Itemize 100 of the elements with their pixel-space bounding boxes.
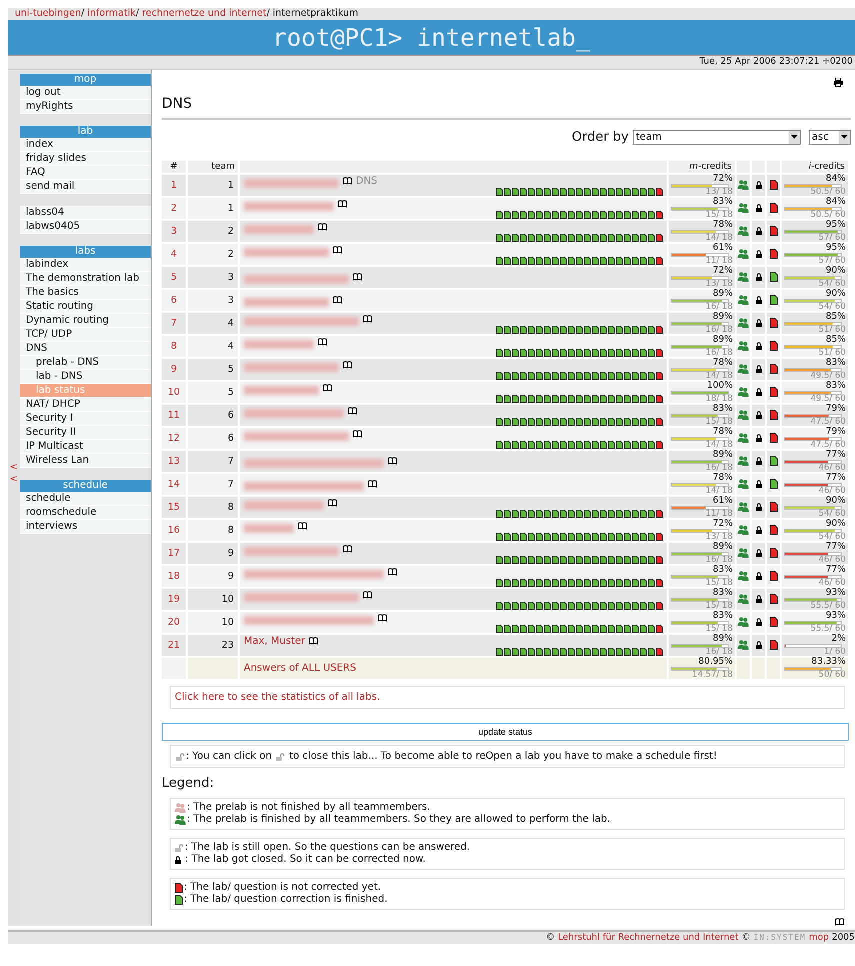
corrected-doc-icon[interactable] [512, 602, 519, 610]
corrected-doc-icon[interactable] [544, 234, 551, 242]
book-icon[interactable] [388, 568, 397, 576]
closed-lock-icon[interactable] [756, 273, 762, 282]
corrected-doc-icon[interactable] [624, 372, 631, 380]
book-icon[interactable] [343, 176, 352, 184]
corrected-doc-icon[interactable] [632, 256, 639, 264]
corrected-doc-icon[interactable] [552, 556, 559, 564]
corrected-doc-icon[interactable] [536, 188, 543, 196]
corrected-doc-icon[interactable] [552, 418, 559, 426]
corrected-doc-icon[interactable] [560, 532, 567, 540]
sidebar-item[interactable]: schedule [20, 492, 151, 506]
corrected-doc-icon[interactable] [648, 440, 655, 448]
direction-select[interactable]: asc [809, 130, 851, 145]
corrected-doc-icon[interactable] [592, 648, 599, 656]
corrected-doc-icon[interactable] [552, 510, 559, 518]
closed-lock-icon[interactable] [756, 641, 762, 650]
corrected-doc-icon[interactable] [592, 348, 599, 356]
corrected-doc-icon[interactable] [600, 394, 607, 402]
corrected-doc-icon[interactable] [520, 418, 527, 426]
uncorrected-doc-icon[interactable] [770, 249, 778, 260]
corrected-doc-icon[interactable] [560, 624, 567, 632]
sidebar-item[interactable]: myRights [20, 100, 151, 114]
corrected-doc-icon[interactable] [560, 348, 567, 356]
corrected-doc-icon[interactable] [576, 256, 583, 264]
sidebar-item[interactable]: IP Multicast [20, 440, 151, 454]
corrected-doc-icon[interactable] [648, 624, 655, 632]
corrected-doc-icon[interactable] [584, 418, 591, 426]
uncorrected-doc-icon[interactable] [656, 234, 663, 242]
corrected-doc-icon[interactable] [608, 602, 615, 610]
corrected-doc-icon[interactable] [584, 510, 591, 518]
uncorrected-doc-icon[interactable] [770, 433, 778, 444]
row-number[interactable]: 20 [162, 612, 186, 633]
corrected-doc-icon[interactable] [520, 578, 527, 586]
corrected-doc-icon[interactable] [496, 394, 503, 402]
corrected-doc-icon[interactable] [624, 648, 631, 656]
book-icon[interactable] [323, 384, 332, 392]
corrected-doc-icon[interactable] [528, 210, 535, 218]
corrected-doc-icon[interactable] [576, 510, 583, 518]
corrected-doc-icon[interactable] [568, 556, 575, 564]
corrected-doc-icon[interactable] [600, 440, 607, 448]
closed-lock-icon[interactable] [756, 365, 762, 374]
corrected-doc-icon[interactable] [616, 372, 623, 380]
dropdown-arrow-icon[interactable] [841, 135, 848, 140]
corrected-doc-icon[interactable] [544, 532, 551, 540]
corrected-doc-icon[interactable] [584, 348, 591, 356]
corrected-doc-icon[interactable] [568, 418, 575, 426]
sidebar-item[interactable]: labindex [20, 258, 151, 272]
corrected-doc-icon[interactable] [576, 234, 583, 242]
corrected-doc-icon[interactable] [536, 556, 543, 564]
corrected-doc-icon[interactable] [600, 602, 607, 610]
corrected-doc-icon[interactable] [544, 326, 551, 334]
corrected-doc-icon[interactable] [576, 372, 583, 380]
corrected-doc-icon[interactable] [600, 578, 607, 586]
corrected-doc-icon[interactable] [544, 578, 551, 586]
corrected-doc-icon[interactable] [512, 372, 519, 380]
corrected-doc-icon[interactable] [624, 532, 631, 540]
row-number[interactable]: 14 [162, 474, 186, 495]
corrected-doc-icon[interactable] [568, 394, 575, 402]
book-icon[interactable] [333, 296, 342, 304]
corrected-doc-icon[interactable] [496, 624, 503, 632]
corrected-doc-icon[interactable] [544, 418, 551, 426]
corrected-doc-icon[interactable] [504, 532, 511, 540]
corrected-doc-icon[interactable] [632, 372, 639, 380]
breadcrumb-link[interactable]: uni-tuebingen [15, 8, 82, 19]
corrected-doc-icon[interactable] [592, 418, 599, 426]
corrected-doc-icon[interactable] [600, 256, 607, 264]
closed-lock-icon[interactable] [756, 549, 762, 558]
corrected-doc-icon[interactable] [608, 624, 615, 632]
corrected-doc-icon[interactable] [552, 440, 559, 448]
corrected-doc-icon[interactable] [584, 372, 591, 380]
book-icon[interactable] [343, 544, 352, 552]
corrected-doc-icon[interactable] [520, 510, 527, 518]
uncorrected-doc-icon[interactable] [770, 226, 778, 236]
corrected-doc-icon[interactable] [552, 188, 559, 196]
corrected-doc-icon[interactable] [560, 556, 567, 564]
footer-link[interactable]: mop [809, 932, 830, 944]
uncorrected-doc-icon[interactable] [656, 440, 663, 448]
corrected-doc-icon[interactable] [592, 532, 599, 540]
corrected-doc-icon[interactable] [528, 372, 535, 380]
corrected-doc-icon[interactable] [560, 210, 567, 218]
uncorrected-doc-icon[interactable] [770, 571, 778, 582]
sidebar-item[interactable]: Wireless Lan [20, 454, 151, 468]
corrected-doc-icon[interactable] [568, 578, 575, 586]
row-number[interactable]: 3 [162, 221, 186, 242]
row-number[interactable]: 4 [162, 244, 186, 265]
corrected-doc-icon[interactable] [512, 256, 519, 264]
corrected-doc-icon[interactable] [520, 648, 527, 656]
corrected-doc-icon[interactable] [640, 418, 647, 426]
closed-lock-icon[interactable] [756, 342, 762, 350]
uncorrected-doc-icon[interactable] [656, 256, 663, 264]
corrected-doc-icon[interactable] [576, 624, 583, 632]
uncorrected-doc-icon[interactable] [656, 624, 663, 632]
closed-lock-icon[interactable] [756, 227, 762, 236]
corrected-doc-icon[interactable] [512, 510, 519, 518]
corrected-doc-icon[interactable] [608, 578, 615, 586]
corrected-doc-icon[interactable] [496, 256, 503, 264]
corrected-doc-icon[interactable] [600, 372, 607, 380]
sidebar-item[interactable]: prelab - DNS [20, 356, 151, 370]
corrected-doc-icon[interactable] [568, 440, 575, 448]
